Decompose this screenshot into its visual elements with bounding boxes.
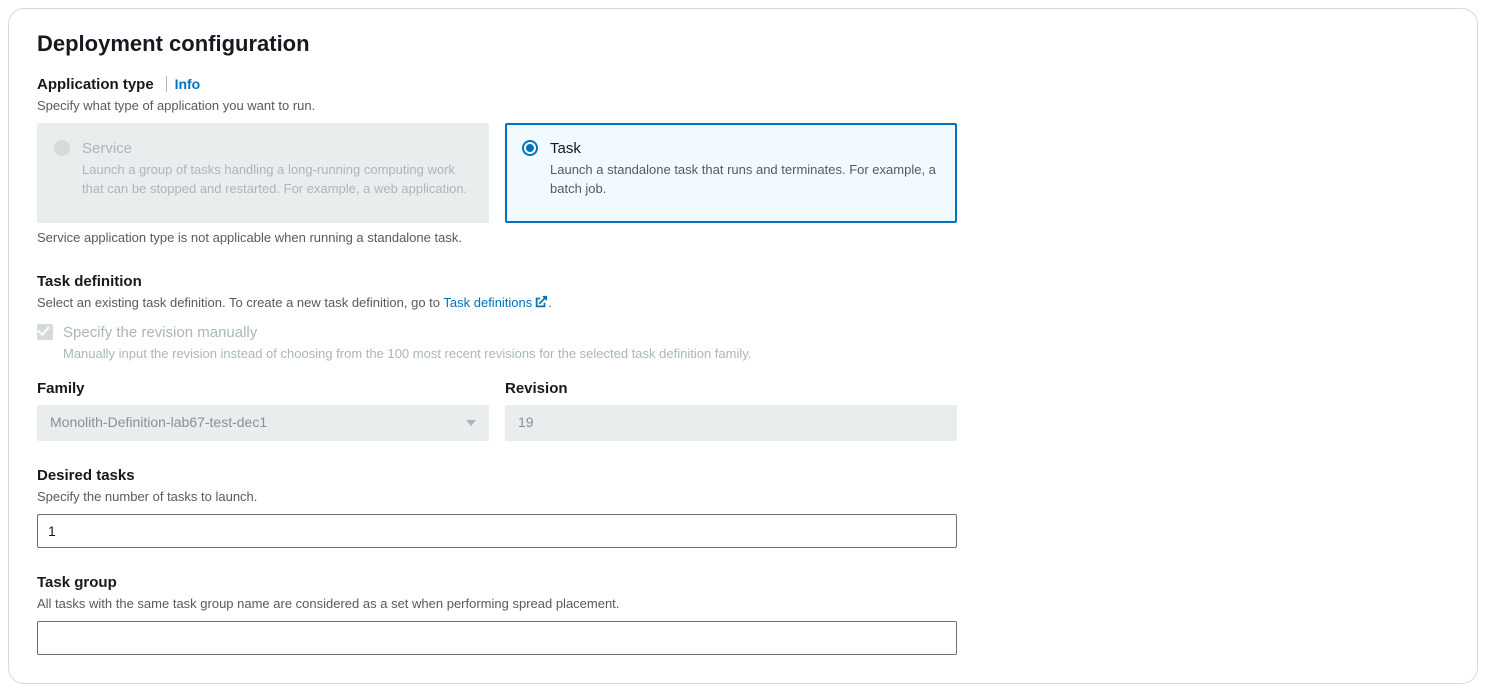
task-group-help: All tasks with the same task group name …	[37, 595, 1449, 613]
revision-col: Revision 19	[505, 378, 957, 441]
task-desc: Launch a standalone task that runs and t…	[550, 161, 940, 199]
app-type-note: Service application type is not applicab…	[37, 229, 1449, 247]
family-col: Family Monolith-Definition-lab67-test-de…	[37, 378, 489, 441]
desired-tasks-label: Desired tasks	[37, 465, 135, 486]
task-group-section: Task group All tasks with the same task …	[37, 572, 1449, 655]
app-type-tiles: Service Launch a group of tasks handling…	[37, 123, 1449, 223]
external-link-icon	[534, 295, 548, 314]
task-def-help: Select an existing task definition. To c…	[37, 294, 1449, 314]
revision-value: 19	[518, 413, 534, 433]
chevron-down-icon	[466, 420, 476, 426]
app-type-help: Specify what type of application you wan…	[37, 97, 1449, 115]
specify-revision-help: Manually input the revision instead of c…	[63, 345, 751, 363]
task-title: Task	[550, 138, 940, 159]
radio-icon	[522, 140, 538, 156]
desired-tasks-section: Desired tasks Specify the number of task…	[37, 465, 1449, 548]
family-value: Monolith-Definition-lab67-test-dec1	[50, 413, 267, 433]
revision-label: Revision	[505, 378, 957, 399]
desired-tasks-help: Specify the number of tasks to launch.	[37, 488, 1449, 506]
app-type-task-tile[interactable]: Task Launch a standalone task that runs …	[505, 123, 957, 223]
panel-title: Deployment configuration	[37, 29, 1449, 60]
family-label: Family	[37, 378, 489, 399]
family-revision-row: Family Monolith-Definition-lab67-test-de…	[37, 378, 1449, 441]
family-select: Monolith-Definition-lab67-test-dec1	[37, 405, 489, 441]
desired-tasks-input[interactable]	[37, 514, 957, 548]
specify-revision-row: Specify the revision manually Manually i…	[37, 322, 1449, 363]
info-link[interactable]: Info	[166, 76, 201, 92]
app-type-section: Application type Info Specify what type …	[37, 74, 1449, 247]
task-group-input[interactable]	[37, 621, 957, 655]
radio-icon	[54, 140, 70, 156]
task-definition-section: Task definition Select an existing task …	[37, 271, 1449, 440]
service-desc: Launch a group of tasks handling a long-…	[82, 161, 472, 199]
task-group-label: Task group	[37, 572, 117, 593]
service-title: Service	[82, 138, 472, 159]
checkbox-icon	[37, 324, 53, 340]
revision-field: 19	[505, 405, 957, 441]
app-type-service-tile: Service Launch a group of tasks handling…	[37, 123, 489, 223]
specify-revision-label: Specify the revision manually	[63, 322, 751, 343]
task-definitions-link[interactable]: Task definitions	[443, 295, 548, 310]
deployment-config-panel: Deployment configuration Application typ…	[8, 8, 1478, 684]
task-def-label: Task definition	[37, 271, 142, 292]
app-type-label: Application type	[37, 74, 154, 95]
